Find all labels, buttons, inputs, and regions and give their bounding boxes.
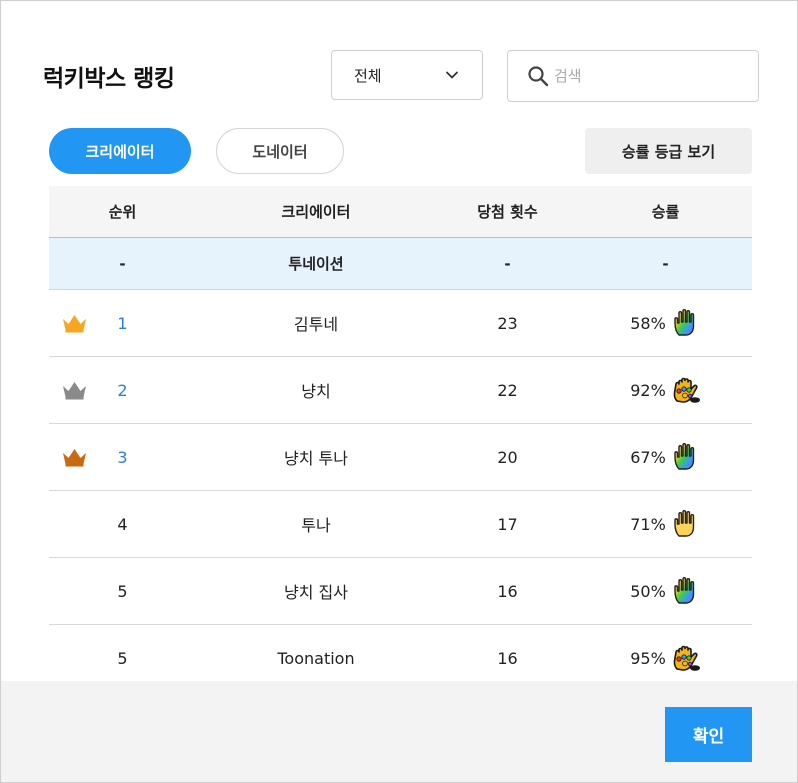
view-grade-button[interactable]: 승률 등급 보기 — [585, 128, 752, 174]
win-rate: 95% — [630, 648, 666, 668]
chevron-down-icon — [446, 71, 458, 79]
rank-number: 5 — [117, 581, 128, 601]
rank-number: 5 — [117, 648, 128, 668]
win-rate: 67% — [630, 447, 666, 467]
creator-name: 투나 — [301, 516, 331, 535]
header-win-count: 당첨 횟수 — [477, 203, 538, 221]
filter-select[interactable]: 전체 — [331, 50, 483, 100]
my-win-count: - — [504, 254, 511, 273]
my-win-rate: - — [662, 254, 669, 273]
page-title: 럭키박스 랭킹 — [43, 66, 175, 92]
header-win-rate: 승률 — [651, 203, 680, 221]
tab-creator[interactable]: 크리에이터 — [49, 128, 191, 174]
win-count: 16 — [497, 581, 518, 601]
win-rate: 92% — [630, 380, 666, 400]
silver-crown-icon — [63, 382, 86, 400]
win-rate: 71% — [630, 514, 666, 534]
table-row: 5 냥치 집사 16 50% — [49, 558, 752, 625]
yellow-hand-icon — [674, 510, 694, 537]
header-creator: 크리에이터 — [281, 203, 351, 221]
ranking-table: 순위 크리에이터 당첨 횟수 승률 - 투네이션 - - 1 김투네 23 58% 2 냥… — [49, 186, 752, 692]
search-box[interactable] — [507, 50, 759, 102]
win-count: 17 — [497, 514, 518, 534]
creator-name: Toonation — [277, 648, 355, 668]
creator-name: 냥치 투나 — [284, 449, 348, 468]
creator-name: 김투네 — [293, 315, 339, 334]
rainbow-hand-icon — [674, 577, 694, 604]
my-rank-row: - 투네이션 - - — [49, 238, 752, 290]
rank-number: 1 — [117, 313, 128, 333]
creator-name: 냥치 — [301, 382, 331, 401]
search-input[interactable] — [554, 67, 744, 85]
table-row: 2 냥치 22 92% — [49, 357, 752, 424]
creator-name: 냥치 집사 — [284, 583, 348, 602]
lucky-box-ranking-modal: 럭키박스 랭킹 전체 크리에이터 도네이터 승률 등급 보기 순위 크리에이터 … — [0, 0, 798, 783]
gold-crown-icon — [63, 315, 86, 333]
rainbow-hand-icon — [674, 443, 694, 470]
win-rate: 58% — [630, 313, 666, 333]
filter-select-value: 전체 — [354, 66, 382, 85]
golden-gauntlet-icon — [673, 377, 700, 403]
search-icon — [528, 66, 549, 87]
my-name: 투네이션 — [288, 255, 344, 273]
win-count: 23 — [497, 313, 518, 333]
confirm-button[interactable]: 확인 — [665, 707, 752, 762]
bronze-crown-icon — [63, 449, 86, 467]
table-row: 3 냥치 투나 20 67% — [49, 424, 752, 491]
my-rank: - — [119, 254, 126, 273]
rank-number: 4 — [117, 514, 128, 534]
win-count: 16 — [497, 648, 518, 668]
rainbow-hand-icon — [674, 309, 694, 336]
table-header-row: 순위 크리에이터 당첨 횟수 승률 — [49, 186, 752, 238]
win-rate: 50% — [630, 581, 666, 601]
rank-number: 3 — [117, 447, 128, 467]
win-count: 22 — [497, 380, 518, 400]
table-row: 1 김투네 23 58% — [49, 290, 752, 357]
golden-gauntlet-icon — [673, 645, 700, 671]
table-row: 4 투나 17 71% — [49, 491, 752, 558]
header-rank: 순위 — [108, 203, 137, 221]
rank-number: 2 — [117, 380, 128, 400]
tab-donator[interactable]: 도네이터 — [216, 128, 344, 174]
win-count: 20 — [497, 447, 518, 467]
